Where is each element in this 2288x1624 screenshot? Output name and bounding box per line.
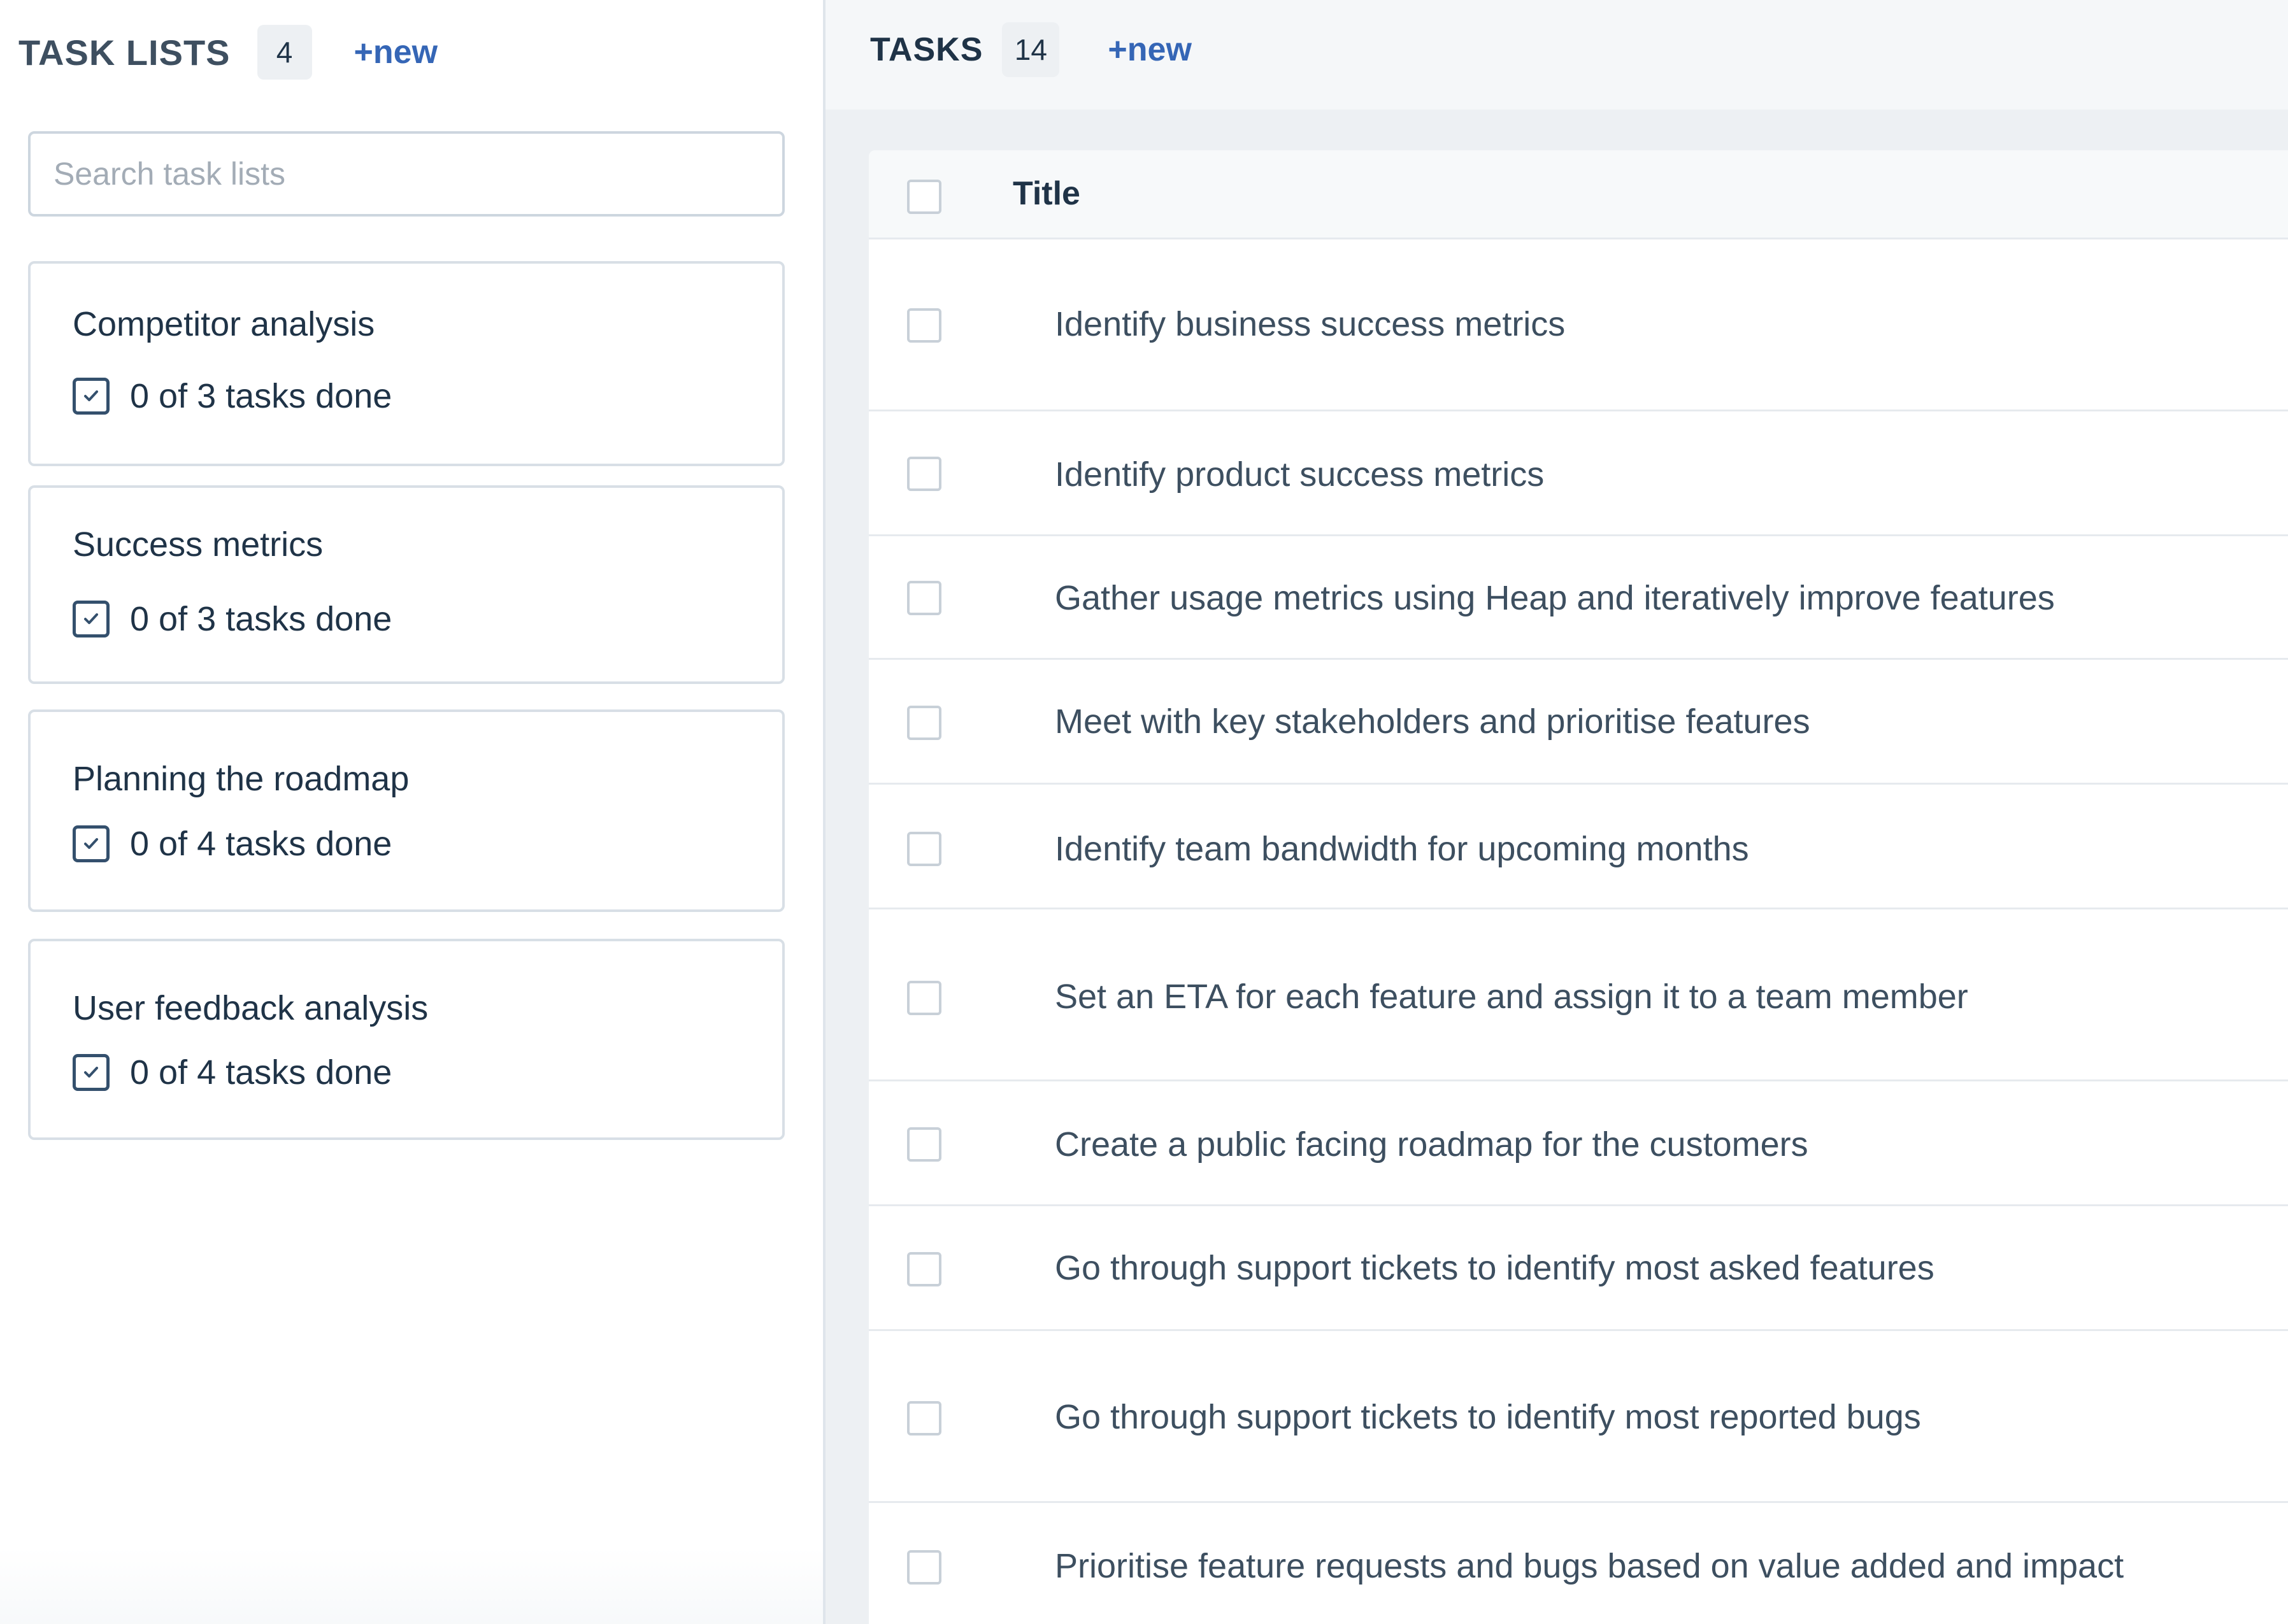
title-column-header: Title [1013,175,1080,212]
task-list-progress-text: 0 of 4 tasks done [130,1053,392,1092]
checkbox-checked-icon [73,1054,110,1091]
tasks-count-badge: 14 [1002,22,1060,77]
checkbox-icon[interactable] [907,581,941,615]
checkbox-icon[interactable] [907,1401,941,1435]
task-list-name: Planning the roadmap [73,760,410,798]
task-row[interactable]: Go through support tickets to identify m… [869,1206,2288,1331]
task-lists-count-badge: 4 [257,25,312,80]
table-header: Title [869,150,2288,239]
checkbox-icon[interactable] [907,1550,941,1585]
task-row[interactable]: Go through support tickets to identify m… [869,1331,2288,1503]
task-lists-header: TASK LISTS 4 +new [18,24,438,80]
task-title: Go through support tickets to identify m… [1055,1398,1921,1436]
task-lists-title: TASK LISTS [18,32,231,73]
task-list-name: Competitor analysis [73,305,375,343]
checkbox-icon[interactable] [907,832,941,866]
task-list-progress-text: 0 of 4 tasks done [130,825,392,863]
task-title: Meet with key stakeholders and prioritis… [1055,702,1810,741]
app: TASK LISTS 4 +new Competitor analysis 0 … [0,0,2288,1624]
task-title: Gather usage metrics using Heap and iter… [1055,579,2055,617]
new-task-link[interactable]: +new [1108,31,1192,69]
tasks-title: TASKS [870,31,983,68]
task-lists-panel: TASK LISTS 4 +new Competitor analysis 0 … [0,0,826,1624]
task-list-progress: 0 of 4 tasks done [73,824,392,864]
task-list-card[interactable]: Competitor analysis 0 of 3 tasks done [28,261,785,466]
task-row[interactable]: Set an ETA for each feature and assign i… [869,909,2288,1081]
task-list-progress-text: 0 of 3 tasks done [130,377,392,415]
task-title: Prioritise feature requests and bugs bas… [1055,1547,2124,1585]
panel-fade [0,1548,823,1624]
task-list-card[interactable]: Planning the roadmap 0 of 4 tasks done [28,709,785,912]
checkbox-icon[interactable] [907,457,941,491]
checkbox-checked-icon [73,825,110,862]
new-task-list-link[interactable]: +new [354,33,438,71]
checkbox-icon[interactable] [907,308,941,343]
task-row[interactable]: Prioritise feature requests and bugs bas… [869,1503,2288,1624]
task-list-card[interactable]: Success metrics 0 of 3 tasks done [28,485,785,684]
checkbox-icon[interactable] [907,1127,941,1162]
task-row[interactable]: Identify team bandwidth for upcoming mon… [869,785,2288,909]
tasks-header: TASKS 14 +new [870,22,1192,78]
task-list-progress: 0 of 3 tasks done [73,376,392,416]
task-title: Identify business success metrics [1055,305,1566,343]
task-row[interactable]: Identify product success metrics [869,411,2288,536]
task-title: Identify product success metrics [1055,455,1545,494]
task-row[interactable]: Gather usage metrics using Heap and iter… [869,536,2288,660]
task-row[interactable]: Identify business success metrics [869,239,2288,411]
tasks-panel: TASKS 14 +new Title Identify business su… [826,0,2288,1624]
select-all-checkbox[interactable] [907,180,941,214]
checkbox-icon[interactable] [907,981,941,1015]
task-title: Identify team bandwidth for upcoming mon… [1055,830,1749,868]
task-title: Go through support tickets to identify m… [1055,1249,1934,1287]
task-row[interactable]: Create a public facing roadmap for the c… [869,1081,2288,1206]
tasks-table: Title Identify business success metrics … [869,150,2288,1624]
task-title: Create a public facing roadmap for the c… [1055,1125,1808,1164]
task-list-card[interactable]: User feedback analysis 0 of 4 tasks done [28,939,785,1140]
task-list-progress: 0 of 4 tasks done [73,1053,392,1092]
checkbox-icon[interactable] [907,1252,941,1286]
checkbox-checked-icon [73,378,110,415]
checkbox-checked-icon [73,601,110,637]
task-row[interactable]: Meet with key stakeholders and prioritis… [869,660,2288,785]
task-list-progress: 0 of 3 tasks done [73,599,392,639]
task-list-name: User feedback analysis [73,989,429,1027]
task-title: Set an ETA for each feature and assign i… [1055,978,1968,1016]
task-list-name: Success metrics [73,525,324,564]
search-task-lists-input[interactable] [28,131,785,217]
checkbox-icon[interactable] [907,706,941,740]
task-list-progress-text: 0 of 3 tasks done [130,600,392,638]
